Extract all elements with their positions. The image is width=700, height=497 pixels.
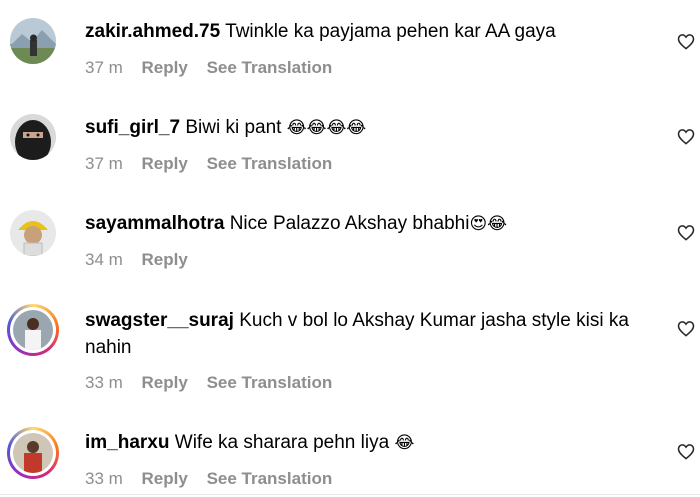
comment-emoji: 😍😂 bbox=[469, 214, 508, 234]
see-translation-button[interactable]: See Translation bbox=[207, 58, 333, 77]
comment-meta: 33 m Reply See Translation bbox=[85, 469, 346, 489]
avatar[interactable] bbox=[7, 427, 59, 479]
comment-text: sayammalhotra Nice Palazzo Akshay bhabhi… bbox=[85, 210, 665, 238]
comment-body: Twinkle ka payjama pehen kar AA gaya bbox=[225, 21, 556, 42]
comment-text: swagster__suraj Kuch v bol lo Akshay Kum… bbox=[85, 307, 665, 361]
comment-emoji: 😂😂😂😂 bbox=[286, 118, 367, 138]
comment-meta: 34 m Reply bbox=[85, 250, 202, 270]
comment-time: 34 m bbox=[85, 250, 123, 269]
avatar[interactable] bbox=[7, 304, 59, 356]
avatar[interactable] bbox=[10, 18, 56, 64]
avatar[interactable] bbox=[10, 210, 56, 256]
see-translation-button[interactable]: See Translation bbox=[207, 373, 333, 392]
comment-body: Biwi ki pant bbox=[185, 117, 282, 138]
comment-username[interactable]: sufi_girl_7 bbox=[85, 117, 180, 138]
heart-outline-icon[interactable] bbox=[677, 33, 695, 50]
comment-text: im_harxu Wife ka sharara pehn liya 😂 bbox=[85, 429, 665, 457]
comment-text: sufi_girl_7 Biwi ki pant 😂😂😂😂 bbox=[85, 114, 665, 142]
see-translation-button[interactable]: See Translation bbox=[207, 154, 333, 173]
comment-time: 33 m bbox=[85, 373, 123, 392]
comment-meta: 37 m Reply See Translation bbox=[85, 154, 346, 174]
reply-button[interactable]: Reply bbox=[142, 58, 188, 77]
reply-button[interactable]: Reply bbox=[142, 154, 188, 173]
comment-username[interactable]: swagster__suraj bbox=[85, 310, 234, 331]
comment-body: Nice Palazzo Akshay bhabhi bbox=[229, 213, 470, 234]
see-translation-button[interactable]: See Translation bbox=[207, 469, 333, 488]
avatar[interactable] bbox=[10, 114, 56, 160]
reply-button[interactable]: Reply bbox=[142, 250, 188, 269]
reply-button[interactable]: Reply bbox=[142, 373, 188, 392]
heart-outline-icon[interactable] bbox=[677, 320, 695, 337]
comment-time: 37 m bbox=[85, 58, 123, 77]
comment-text: zakir.ahmed.75 Twinkle ka payjama pehen … bbox=[85, 18, 665, 45]
comment-meta: 33 m Reply See Translation bbox=[85, 373, 346, 393]
comment-time: 37 m bbox=[85, 154, 123, 173]
comment-username[interactable]: im_harxu bbox=[85, 432, 169, 453]
comment-emoji: 😂 bbox=[394, 433, 415, 453]
comment-time: 33 m bbox=[85, 469, 123, 488]
heart-outline-icon[interactable] bbox=[677, 128, 695, 145]
heart-outline-icon[interactable] bbox=[677, 224, 695, 241]
comment-username[interactable]: sayammalhotra bbox=[85, 213, 224, 234]
divider bbox=[0, 494, 700, 495]
comment-meta: 37 m Reply See Translation bbox=[85, 58, 346, 78]
heart-outline-icon[interactable] bbox=[677, 443, 695, 460]
reply-button[interactable]: Reply bbox=[142, 469, 188, 488]
comment-body: Wife ka sharara pehn liya bbox=[174, 432, 390, 453]
comment-username[interactable]: zakir.ahmed.75 bbox=[85, 21, 220, 42]
